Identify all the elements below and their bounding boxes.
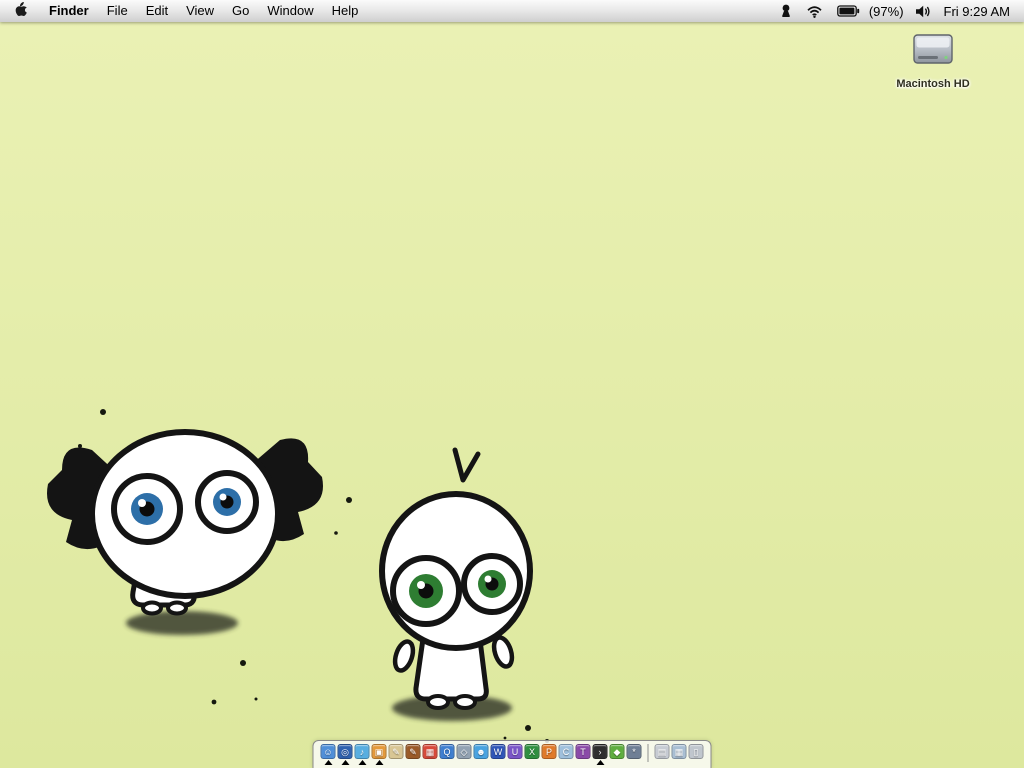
dock-item-music[interactable]: ♪ [354,744,370,765]
wallpaper-characters [47,409,549,743]
dock-item-word[interactable]: W [490,744,506,765]
menu-bar: Finder File Edit View Go Window Help (97… [0,0,1024,22]
web-browser-icon: ◎ [337,744,353,759]
running-indicator [596,760,604,765]
chat-icon: ☻ [473,744,489,759]
utility-icon: U [507,744,523,759]
document-file-icon: ▤ [654,744,670,759]
hard-drive-icon [910,30,956,75]
dock-item-quicktime[interactable]: Q [439,744,455,765]
boy-character [379,447,533,721]
battery-icon[interactable] [830,0,867,22]
running-indicator [375,760,383,765]
contacts-icon: C [558,744,574,759]
dock-item-chat[interactable]: ☻ [473,744,489,765]
dock-item-settings[interactable]: * [626,744,642,765]
dock-item-draw[interactable]: ✎ [405,744,421,765]
dock-item-excel[interactable]: X [524,744,540,765]
menu-help[interactable]: Help [323,0,368,22]
powerpoint-icon: P [541,744,557,759]
menu-window[interactable]: Window [258,0,322,22]
preview-icon: ◇ [456,744,472,759]
dock-item-sketch[interactable]: ✎ [388,744,404,765]
music-icon: ♪ [354,744,370,759]
running-indicator [341,760,349,765]
menu-view[interactable]: View [177,0,223,22]
menu-finder[interactable]: Finder [40,0,98,22]
menu-file[interactable]: File [98,0,137,22]
wifi-icon[interactable] [799,0,830,22]
picture-file-icon: ▦ [671,744,687,759]
dock-item-contacts[interactable]: C [558,744,574,765]
finder-icon: ☺ [320,744,336,759]
running-indicator [324,760,332,765]
menu-edit[interactable]: Edit [137,0,177,22]
dock-item-sharing[interactable]: ◆ [609,744,625,765]
photos-icon: ▣ [371,744,387,759]
apple-icon [14,1,28,21]
dock-item-utility[interactable]: U [507,744,523,765]
desktop-background: Macintosh HD ☺ ◎ ♪ ▣ ✎ ✎ ▦ Q ◇ ☻ W U X P C T › ◆ * ▤ ▦ ▯ [0,22,1024,768]
excel-icon: X [524,744,540,759]
dock-documents-section: ▤ ▦ ▯ [654,744,705,765]
dock-item-picture-file[interactable]: ▦ [671,744,687,765]
sharing-icon: ◆ [609,744,625,759]
dock: ☺ ◎ ♪ ▣ ✎ ✎ ▦ Q ◇ ☻ W U X P C T › ◆ * ▤ ▦ ▯ [312,740,712,768]
dock-item-photos[interactable]: ▣ [371,744,387,765]
volume-icon[interactable] [908,0,938,22]
menu-clock[interactable]: Fri 9:29 AM [938,4,1012,19]
menu-status-area: (97%) Fri 9:29 AM [773,0,1024,22]
dock-item-powerpoint[interactable]: P [541,744,557,765]
pawn-status-icon[interactable] [773,0,799,22]
dock-item-preview[interactable]: ◇ [456,744,472,765]
dock-item-trash[interactable]: ▯ [688,744,704,765]
dock-item-web-browser[interactable]: ◎ [337,744,353,765]
dock-item-finder[interactable]: ☺ [320,744,336,765]
settings-icon: * [626,744,642,759]
dock-apps-section: ☺ ◎ ♪ ▣ ✎ ✎ ▦ Q ◇ ☻ W U X P C T › ◆ * [320,744,643,765]
hd-icon-label: Macintosh HD [896,78,970,90]
girl-character [47,429,323,635]
menu-list: Finder File Edit View Go Window Help [40,0,367,22]
menu-go[interactable]: Go [223,0,258,22]
draw-icon: ✎ [405,744,421,759]
terminal-icon: › [592,744,608,759]
trash-icon: ▯ [688,744,704,759]
dock-item-tools[interactable]: T [575,744,591,765]
apple-menu[interactable] [0,0,40,22]
dock-divider [647,744,649,762]
tools-icon: T [575,744,591,759]
battery-percentage: (97%) [868,3,904,19]
quicktime-icon: Q [439,744,455,759]
dock-item-document-file[interactable]: ▤ [654,744,670,765]
dock-item-terminal[interactable]: › [592,744,608,765]
running-indicator [358,760,366,765]
mac-desktop-screen: Finder File Edit View Go Window Help (97… [0,0,1024,768]
word-icon: W [490,744,506,759]
sketch-icon: ✎ [388,744,404,759]
dock-item-calendar[interactable]: ▦ [422,744,438,765]
macintosh-hd-icon[interactable]: Macintosh HD [878,30,988,90]
calendar-icon: ▦ [422,744,438,759]
splatter-dots [78,409,549,743]
